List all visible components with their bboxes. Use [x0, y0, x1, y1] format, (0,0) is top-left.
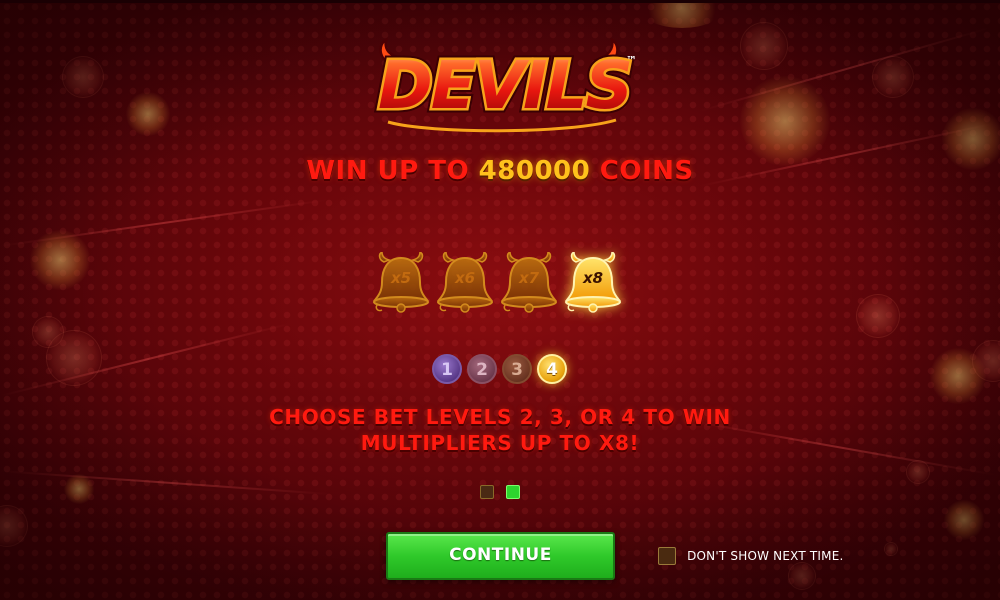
multiplier-bell-x6: x6	[434, 250, 496, 314]
bokeh-light	[0, 505, 28, 547]
bokeh-light	[740, 76, 830, 166]
page-dot-1[interactable]	[480, 485, 494, 499]
dont-show-toggle[interactable]: DON'T SHOW NEXT TIME.	[658, 545, 844, 567]
bokeh-light	[640, 0, 724, 28]
continue-button-label: CONTINUE	[449, 545, 552, 565]
bet-level-3: 3	[502, 354, 532, 384]
bokeh-light	[30, 230, 90, 290]
multiplier-bell-x7: x7	[498, 250, 560, 314]
multiplier-label: x5	[390, 269, 412, 287]
max-win-amount: 480000	[478, 156, 591, 186]
bokeh-light	[944, 500, 984, 540]
multiplier-bells: x5 x6 x7 x8	[370, 250, 630, 316]
bokeh-light	[126, 92, 170, 136]
bokeh-light	[906, 460, 930, 484]
splash-screen: DEVILS DEVILS DEVILS ™ WIN UP TO 480000 …	[0, 0, 1000, 600]
max-win-headline: WIN UP TO 480000 COINS	[0, 156, 1000, 186]
bet-level-1: 1	[432, 354, 462, 384]
page-dot-2[interactable]	[506, 485, 520, 499]
description-line-1: CHOOSE BET LEVELS 2, 3, OR 4 TO WIN	[269, 405, 731, 429]
multiplier-label: x8	[582, 269, 604, 287]
bet-level-2: 2	[467, 354, 497, 384]
light-streak	[0, 470, 330, 496]
multiplier-label: x6	[454, 269, 476, 287]
bet-level-4: 4	[537, 354, 567, 384]
light-streak	[0, 322, 292, 397]
feature-description: CHOOSE BET LEVELS 2, 3, OR 4 TO WIN MULT…	[0, 404, 1000, 456]
headline-suffix: COINS	[599, 156, 694, 186]
headline-prefix: WIN UP TO	[306, 156, 470, 186]
continue-button[interactable]: CONTINUE	[386, 532, 615, 580]
bokeh-light	[32, 316, 64, 348]
bokeh-light	[872, 56, 914, 98]
multiplier-bell-x8: x8	[562, 250, 624, 314]
logo-text: DEVILS	[378, 47, 633, 124]
trademark-symbol: ™	[626, 54, 637, 67]
bokeh-light	[62, 56, 104, 98]
bokeh-light	[46, 330, 102, 386]
bokeh-light	[740, 22, 788, 70]
multiplier-label: x7	[518, 269, 540, 287]
dont-show-label: DON'T SHOW NEXT TIME.	[687, 548, 844, 563]
bokeh-light	[64, 474, 94, 504]
page-indicator	[478, 485, 528, 501]
bet-level-indicators: 1234	[432, 354, 572, 388]
bokeh-light	[884, 542, 898, 556]
light-streak	[0, 199, 327, 247]
description-line-2: MULTIPLIERS UP TO X8!	[360, 431, 640, 455]
bokeh-light	[972, 340, 1000, 382]
top-border	[0, 0, 1000, 3]
dont-show-checkbox[interactable]	[658, 546, 676, 565]
bokeh-light	[930, 348, 986, 404]
game-logo: DEVILS DEVILS DEVILS ™	[370, 37, 640, 134]
multiplier-bell-x5: x5	[370, 250, 432, 314]
light-streak	[699, 27, 989, 112]
bokeh-light	[856, 294, 900, 338]
